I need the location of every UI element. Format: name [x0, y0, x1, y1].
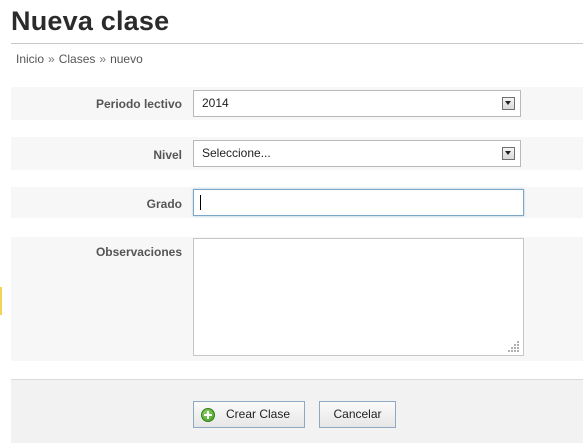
breadcrumb-separator: »: [99, 52, 107, 66]
plus-circle-icon: [201, 408, 215, 422]
nivel-label: Nivel: [153, 148, 182, 162]
form-row-periodo: Periodo lectivo 2014: [11, 86, 583, 120]
periodo-select[interactable]: 2014: [193, 90, 521, 117]
form-row-nivel: Nivel Seleccione...: [11, 136, 583, 170]
periodo-label: Periodo lectivo: [95, 97, 182, 111]
grado-label: Grado: [146, 197, 182, 211]
form-row-observaciones: Observaciones: [11, 236, 583, 361]
breadcrumb-item-inicio[interactable]: Inicio: [16, 52, 44, 66]
edge-marker: [0, 287, 2, 315]
grado-input[interactable]: [193, 189, 524, 216]
page-title: Nueva clase: [11, 6, 170, 36]
page: Nueva clase Inicio» Clases» nuevo Periodo …: [0, 0, 583, 443]
periodo-selected-value: 2014: [202, 96, 229, 110]
breadcrumb-item-current: nuevo: [110, 52, 143, 66]
create-class-label: Crear Clase: [225, 407, 291, 421]
observaciones-label: Observaciones: [95, 245, 182, 259]
form-row-grado: Grado: [11, 186, 583, 218]
breadcrumb-item-clases[interactable]: Clases: [59, 52, 96, 66]
resize-grip-icon[interactable]: [508, 340, 519, 352]
observaciones-textarea[interactable]: [193, 238, 524, 356]
text-caret: [200, 195, 201, 210]
create-class-button[interactable]: Crear Clase: [193, 401, 305, 428]
form-actions: Crear Clase Cancelar: [11, 380, 583, 443]
chevron-down-icon[interactable]: [502, 147, 515, 160]
chevron-down-icon[interactable]: [502, 97, 515, 110]
nivel-selected-value: Seleccione...: [202, 146, 271, 160]
cancel-button[interactable]: Cancelar: [319, 401, 396, 428]
cancel-label: Cancelar: [333, 407, 382, 421]
nivel-select[interactable]: Seleccione...: [193, 140, 521, 167]
breadcrumb-separator: »: [48, 52, 55, 66]
title-divider: [11, 43, 583, 44]
breadcrumb: Inicio» Clases» nuevo: [16, 52, 143, 66]
